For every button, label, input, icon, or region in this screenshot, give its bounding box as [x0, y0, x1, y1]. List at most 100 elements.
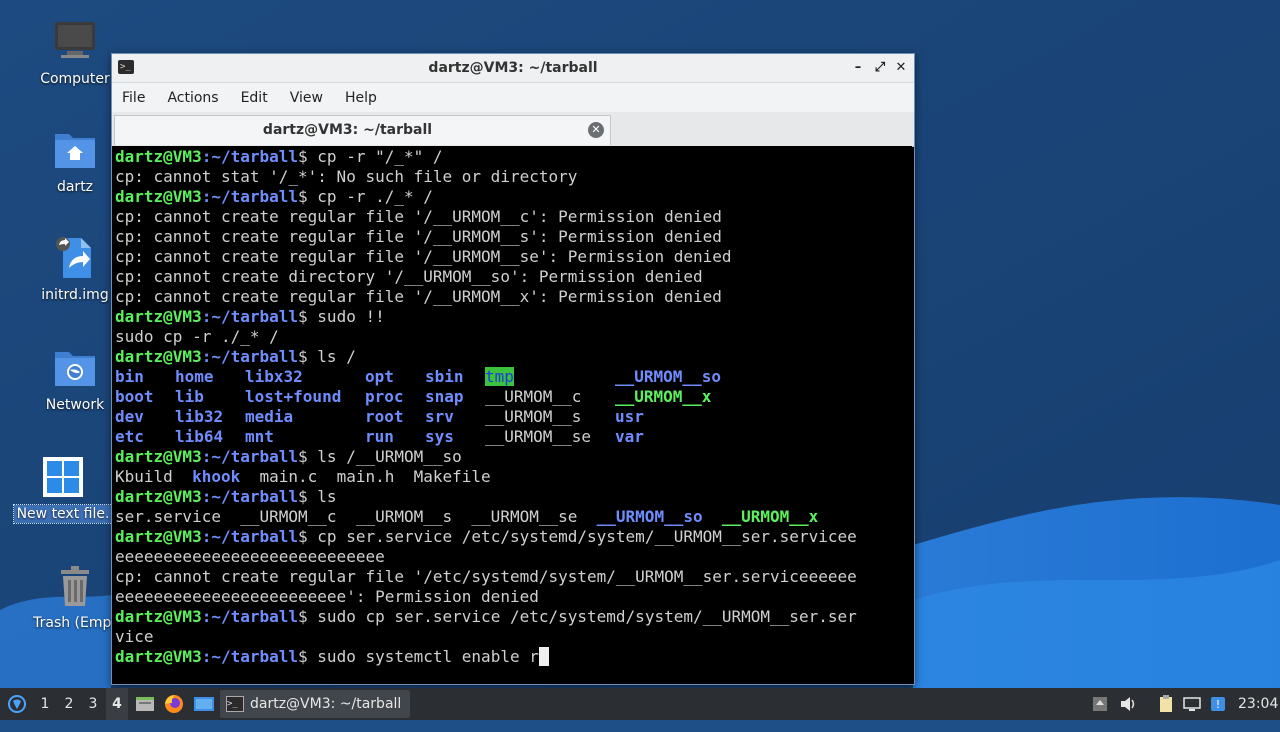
command-text: cp -r ./_* / — [317, 187, 433, 206]
terminal-window[interactable]: >_ dartz@VM3: ~/tarball – ⤢ ✕ File Actio… — [111, 53, 915, 685]
prompt-path: :~/tarball — [201, 147, 299, 166]
volume-icon[interactable] — [1118, 694, 1138, 714]
ls-entry: boot — [115, 387, 154, 406]
terminal-line: cp: cannot create regular file '/__URMOM… — [115, 227, 722, 246]
command-text: ls — [317, 487, 337, 506]
clipboard-icon[interactable] — [1156, 694, 1176, 714]
terminal-line: cp: cannot create regular file '/__URMOM… — [115, 287, 722, 306]
ls-entry: snap — [425, 387, 464, 406]
taskbar-task-label: dartz@VM3: ~/tarball — [250, 696, 402, 712]
terminal-line: etc lib64 mnt run sys __URMOM__se var — [115, 427, 912, 447]
ls-entry: srv — [425, 407, 454, 426]
prompt-user: dartz@VM3 — [115, 487, 202, 506]
tab-close-icon[interactable]: ✕ — [588, 122, 604, 138]
desktop-icon-label: Computer — [40, 71, 110, 87]
tray-updates-icon[interactable] — [1090, 694, 1110, 714]
terminal-line: dartz@VM3:~/tarball$ ls /__URMOM__so — [115, 447, 912, 467]
ls-entry: __URMOM__c — [485, 387, 582, 406]
prompt-path: :~/tarball — [201, 527, 299, 546]
terminal-line: eeeeeeeeeeeeeeeeeeeeeeee': Permission de… — [115, 587, 539, 606]
ls-entry: __URMOM__se — [485, 427, 591, 446]
terminal-line: boot lib lost+found proc snap __URMOM__c __URM… — [115, 387, 912, 407]
terminal-line: eeeeeeeeeeeeeeeeeeeeeeeeeeee — [115, 547, 385, 566]
ls-entry: proc — [365, 387, 404, 406]
menu-edit[interactable]: Edit — [241, 90, 268, 106]
ls-entry: lib32 — [175, 407, 224, 426]
desktop-icon[interactable] — [192, 688, 216, 720]
close-button[interactable]: ✕ — [891, 58, 911, 78]
tab-bar: dartz@VM3: ~/tarball ✕ — [112, 112, 914, 147]
menu-actions[interactable]: Actions — [167, 90, 218, 106]
ls-entry: libx32 — [245, 367, 303, 386]
terminal-line: cp: cannot create directory '/__URMOM__s… — [115, 267, 703, 286]
command-text: sudo systemctl enable r — [317, 647, 539, 666]
menu-help[interactable]: Help — [345, 90, 377, 106]
prompt-symbol: $ — [298, 487, 318, 506]
terminal-line: cp: cannot create regular file '/__URMOM… — [115, 247, 732, 266]
ls-entry: var — [615, 427, 644, 446]
clock[interactable]: 23:04 — [1238, 688, 1278, 720]
prompt-symbol: $ — [298, 607, 318, 626]
ls-entry: __URMOM__x — [615, 387, 712, 406]
terminal-line: cp: cannot stat '/_*': No such file or d… — [115, 167, 578, 186]
maximize-button[interactable]: ⤢ — [870, 58, 890, 78]
ls-entry: media — [245, 407, 294, 426]
ls-entry: lib — [175, 387, 204, 406]
command-text: cp ser.service /etc/systemd/system/__URM… — [317, 527, 857, 546]
ls-entry: tmp — [485, 367, 514, 386]
prompt-symbol: $ — [298, 447, 318, 466]
ls-entry: khook — [192, 467, 241, 486]
tab-label: dartz@VM3: ~/tarball — [262, 122, 433, 138]
terminal-line: dartz@VM3:~/tarball$ cp ser.service /etc… — [115, 527, 912, 547]
minimize-button[interactable]: – — [848, 58, 868, 78]
terminal-line: dev lib32 media root srv __URMOM__s usr — [115, 407, 912, 427]
prompt-path: :~/tarball — [201, 447, 299, 466]
terminal-line: dartz@VM3:~/tarball$ sudo systemctl enab… — [115, 647, 912, 667]
ls-entry: usr — [615, 407, 644, 426]
workspace-2[interactable]: 2 — [58, 688, 80, 720]
terminal-line: cp: cannot create regular file '/etc/sys… — [115, 567, 857, 586]
prompt-symbol: $ — [298, 147, 318, 166]
desktop-icon-label: Network — [45, 397, 105, 413]
prompt-path: :~/tarball — [201, 307, 299, 326]
terminal-tab[interactable]: dartz@VM3: ~/tarball ✕ — [114, 115, 611, 145]
ls-entry: home — [175, 367, 214, 386]
workspace-3[interactable]: 3 — [82, 688, 104, 720]
workspace-1[interactable]: 1 — [34, 688, 56, 720]
command-text: sudo !! — [317, 307, 385, 326]
ls-entry: lost+found — [245, 387, 342, 406]
menu-view[interactable]: View — [290, 90, 323, 106]
workspace-4[interactable]: 4 — [106, 688, 128, 720]
file-manager-icon[interactable] — [134, 688, 156, 720]
prompt-user: dartz@VM3 — [115, 307, 202, 326]
home-folder-icon — [53, 128, 97, 172]
app-menu-icon[interactable] — [4, 688, 30, 720]
terminal-line: dartz@VM3:~/tarball$ ls — [115, 487, 912, 507]
notification-icon[interactable]: ! — [1208, 694, 1228, 714]
ls-entry: lib64 — [175, 427, 224, 446]
terminal-line: dartz@VM3:~/tarball$ ls / — [115, 347, 912, 367]
terminal-line: sudo cp -r ./_* / — [115, 327, 279, 346]
terminal-line: vice — [115, 627, 154, 646]
terminal-line: dartz@VM3:~/tarball$ cp -r ./_* / — [115, 187, 912, 207]
prompt-user: dartz@VM3 — [115, 447, 202, 466]
terminal-output[interactable]: dartz@VM3:~/tarball$ cp -r "/_*" / cp: ca… — [112, 146, 912, 683]
ls-entry: __URMOM__s — [485, 407, 582, 426]
desktop-icon-new-text-file[interactable]: New text file. — [8, 455, 118, 524]
prompt-user: dartz@VM3 — [115, 647, 202, 666]
ls-entry: sbin — [425, 367, 464, 386]
ls-entry: main.c main.h Makefile — [240, 467, 491, 486]
prompt-user: dartz@VM3 — [115, 607, 202, 626]
network-icon[interactable] — [1182, 694, 1202, 714]
command-text: cp -r "/_*" / — [317, 147, 443, 166]
terminal-line: dartz@VM3:~/tarball$ sudo !! — [115, 307, 912, 327]
menu-file[interactable]: File — [122, 90, 145, 106]
window-titlebar[interactable]: >_ dartz@VM3: ~/tarball – ⤢ ✕ — [112, 54, 914, 83]
firefox-icon[interactable] — [162, 688, 186, 720]
prompt-symbol: $ — [298, 647, 318, 666]
taskbar-terminal-button[interactable]: >_ dartz@VM3: ~/tarball — [220, 690, 410, 718]
menu-bar: File Actions Edit View Help — [112, 83, 914, 112]
prompt-symbol: $ — [298, 347, 318, 366]
terminal-line: cp: cannot create regular file '/__URMOM… — [115, 207, 722, 226]
terminal-line: dartz@VM3:~/tarball$ cp -r "/_*" / — [115, 147, 912, 167]
